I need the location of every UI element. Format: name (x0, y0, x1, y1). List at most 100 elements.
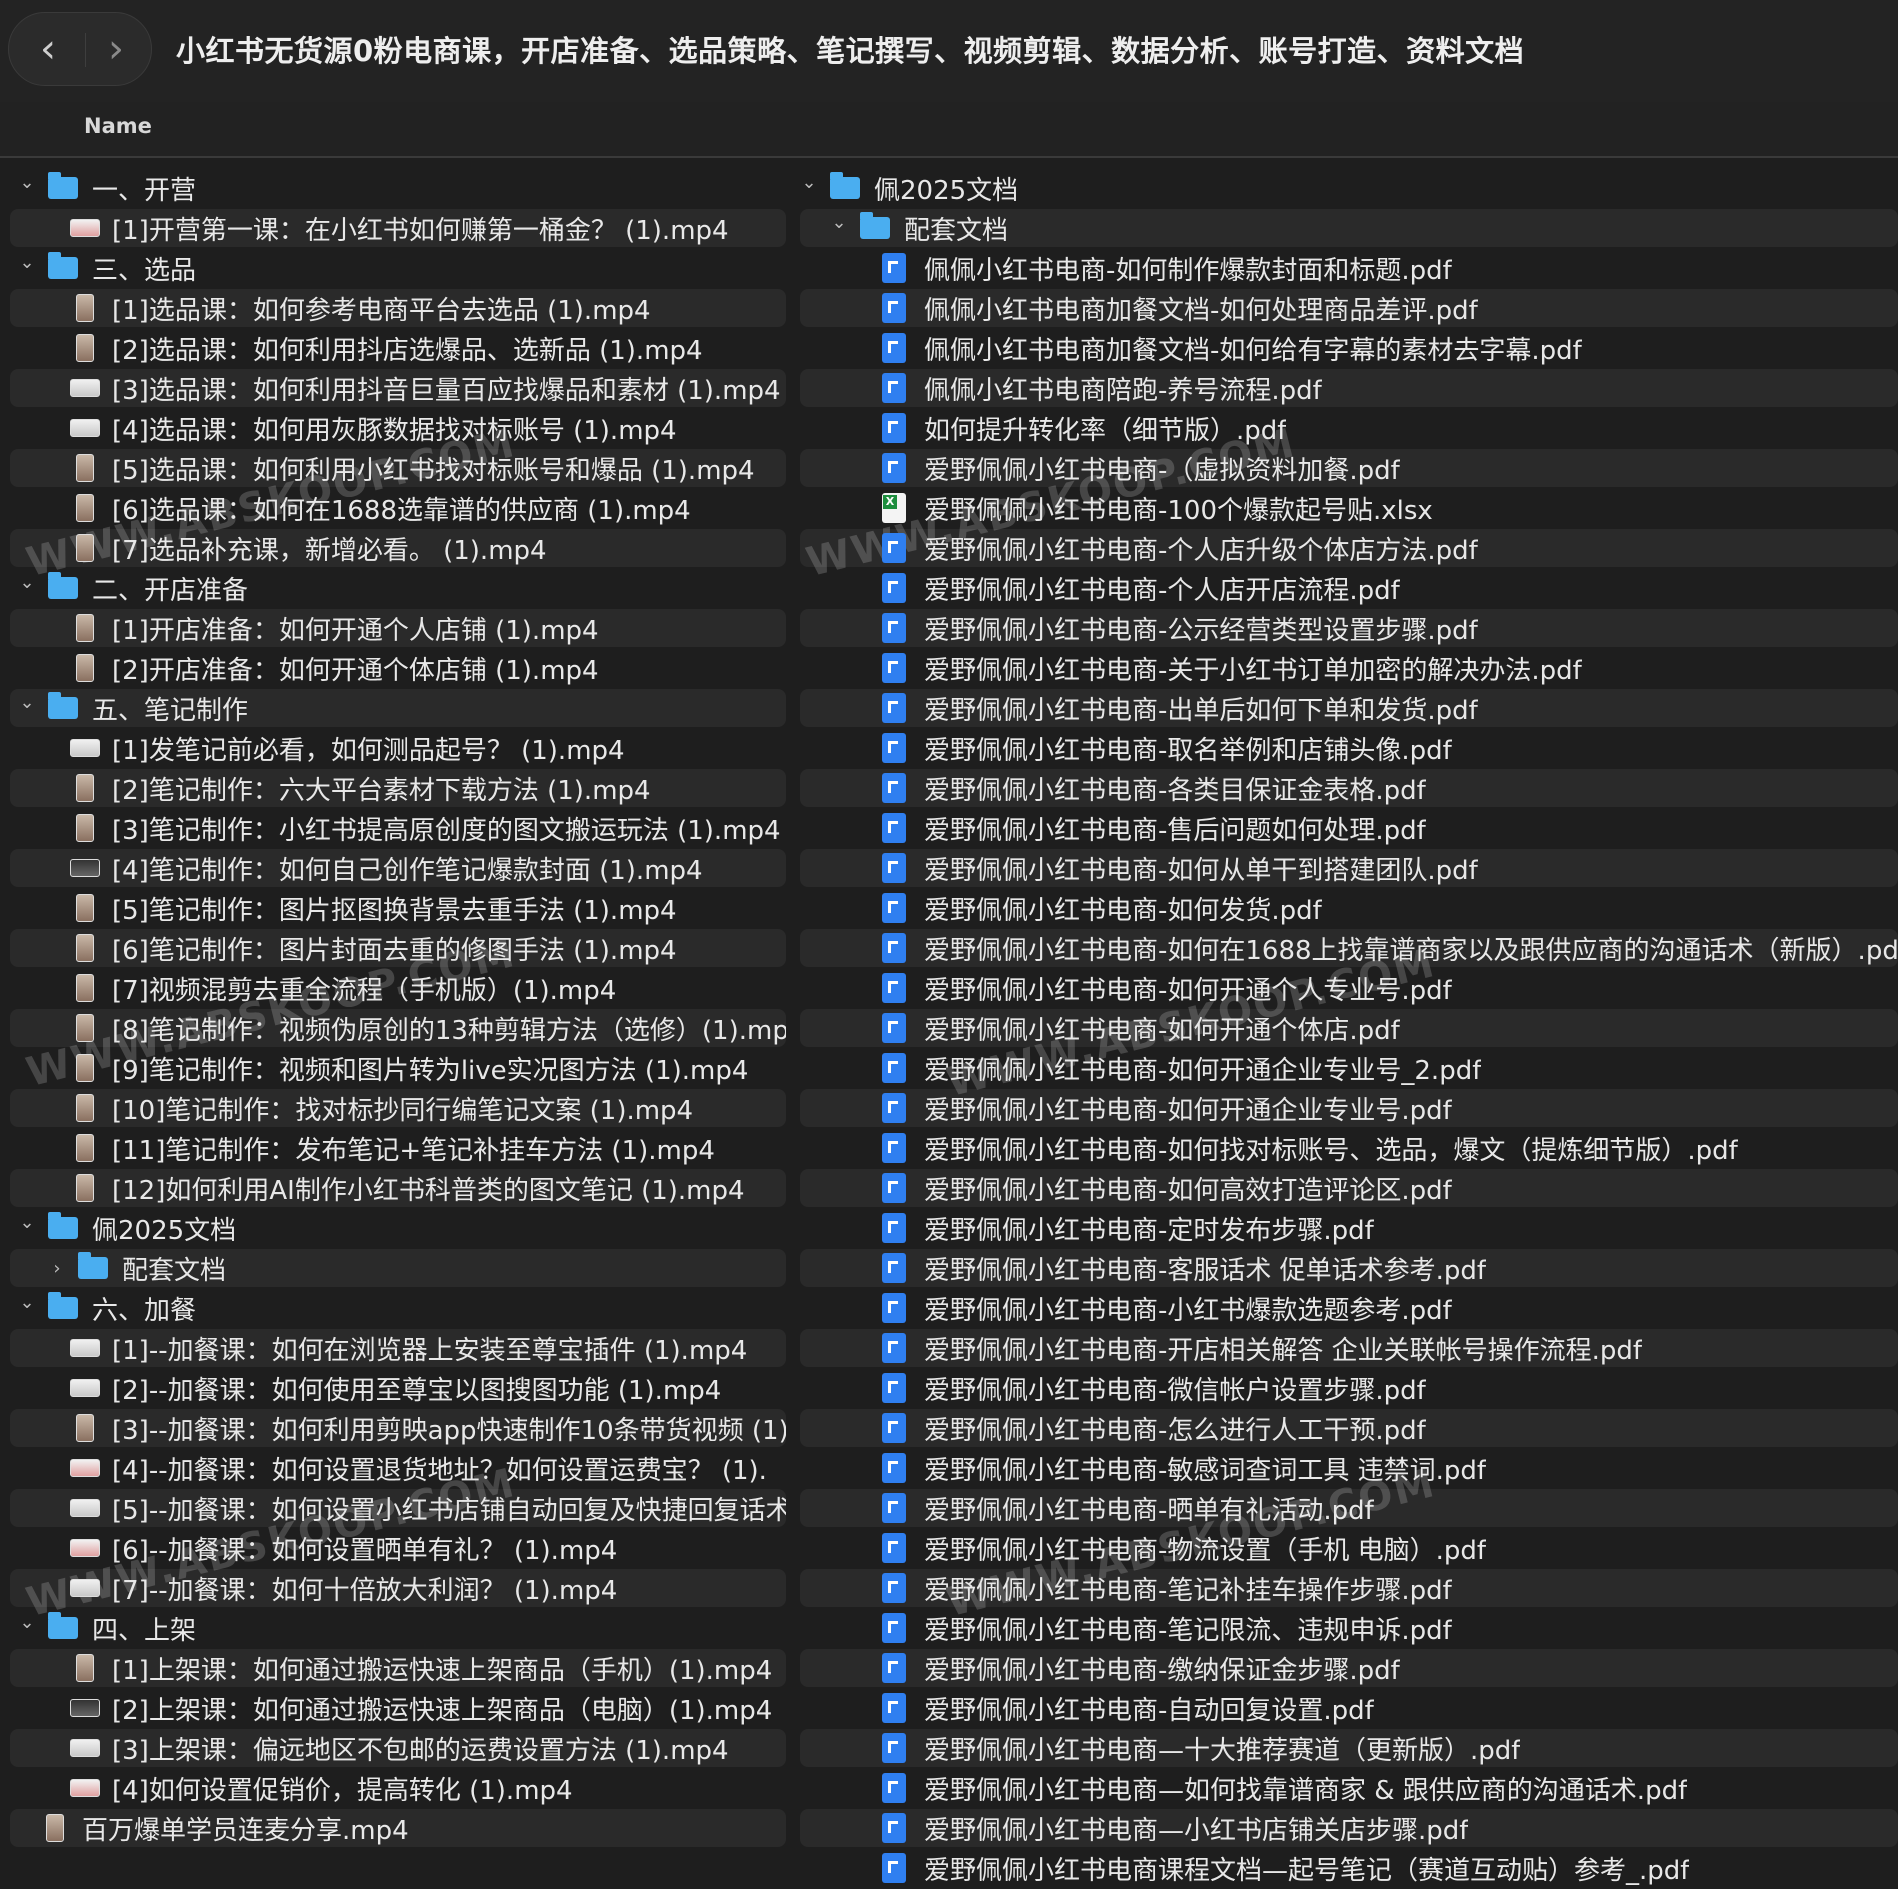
file-row[interactable]: [4]--加餐课：如何设置退货地址？如何设置运费宝？ (1). (0, 1448, 786, 1488)
disclosure-expanded-icon[interactable]: ⌄ (14, 1612, 40, 1633)
file-row[interactable]: [9]笔记制作：视频和图片转为live实况图方法 (1).mp4 (0, 1048, 786, 1088)
disclosure-collapsed-icon[interactable]: › (44, 1258, 70, 1279)
file-row[interactable]: [6]--加餐课：如何设置晒单有礼？ (1).mp4 (0, 1528, 786, 1568)
file-row[interactable]: 爱野佩佩小红书电商-敏感词查词工具 违禁词.pdf (790, 1448, 1898, 1488)
folder-row[interactable]: ⌄ 二、开店准备 (0, 568, 786, 608)
file-row[interactable]: 爱野佩佩小红书电商-晒单有礼活动.pdf (790, 1488, 1898, 1528)
file-row[interactable]: 佩佩小红书电商加餐文档-如何处理商品差评.pdf (790, 288, 1898, 328)
folder-row[interactable]: ⌄ 配套文档 (790, 208, 1898, 248)
file-row[interactable]: 佩佩小红书电商陪跑-养号流程.pdf (790, 368, 1898, 408)
file-row[interactable]: [3]选品课：如何利用抖音巨量百应找爆品和素材 (1).mp4 (0, 368, 786, 408)
file-row[interactable]: [4]笔记制作：如何自己创作笔记爆款封面 (1).mp4 (0, 848, 786, 888)
file-row[interactable]: [5]--加餐课：如何设置小红书店铺自动回复及快捷回复话术 (0, 1488, 786, 1528)
file-row[interactable]: 爱野佩佩小红书电商-怎么进行人工干预.pdf (790, 1408, 1898, 1448)
file-row[interactable]: 爱野佩佩小红书电商-笔记限流、违规申诉.pdf (790, 1608, 1898, 1648)
file-row[interactable]: 爱野佩佩小红书电商-自动回复设置.pdf (790, 1688, 1898, 1728)
file-row[interactable]: [4]如何设置促销价，提高转化 (1).mp4 (0, 1768, 786, 1808)
file-row[interactable]: 爱野佩佩小红书电商-如何开通企业专业号.pdf (790, 1088, 1898, 1128)
disclosure-expanded-icon[interactable]: ⌄ (14, 252, 40, 273)
file-row[interactable]: 爱野佩佩小红书电商-如何开通个人专业号.pdf (790, 968, 1898, 1008)
file-row[interactable]: [1]上架课：如何通过搬运快速上架商品（手机）(1).mp4 (0, 1648, 786, 1688)
file-row[interactable]: 爱野佩佩小红书电商-定时发布步骤.pdf (790, 1208, 1898, 1248)
file-row[interactable]: [5]选品课：如何利用小红书找对标账号和爆品 (1).mp4 (0, 448, 786, 488)
file-row[interactable]: 爱野佩佩小红书电商-如何发货.pdf (790, 888, 1898, 928)
file-row[interactable]: 爱野佩佩小红书电商-缴纳保证金步骤.pdf (790, 1648, 1898, 1688)
file-row[interactable]: [7]选品补充课，新增必看。 (1).mp4 (0, 528, 786, 568)
file-row[interactable]: [8]笔记制作：视频伪原创的13种剪辑方法（选修）(1).mp4 (0, 1008, 786, 1048)
file-row[interactable]: 佩佩小红书电商-如何制作爆款封面和标题.pdf (790, 248, 1898, 288)
file-row[interactable]: 爱野佩佩小红书电商-公示经营类型设置步骤.pdf (790, 608, 1898, 648)
file-row[interactable]: [4]选品课：如何用灰豚数据找对标账号 (1).mp4 (0, 408, 786, 448)
file-row[interactable]: 爱野佩佩小红书电商—十大推荐赛道（更新版）.pdf (790, 1728, 1898, 1768)
file-row[interactable]: 爱野佩佩小红书电商-100个爆款起号贴.xlsx (790, 488, 1898, 528)
file-row[interactable]: 爱野佩佩小红书电商-物流设置（手机 电脑）.pdf (790, 1528, 1898, 1568)
disclosure-expanded-icon[interactable]: ⌄ (14, 692, 40, 713)
disclosure-expanded-icon[interactable]: ⌄ (14, 1212, 40, 1233)
disclosure-expanded-icon[interactable]: ⌄ (796, 172, 822, 193)
folder-icon (48, 252, 78, 279)
file-row[interactable]: 爱野佩佩小红书电商-如何在1688上找靠谱商家以及跟供应商的沟通话术（新版）.p… (790, 928, 1898, 968)
folder-row[interactable]: ⌄ 三、选品 (0, 248, 786, 288)
file-row[interactable]: [6]笔记制作：图片封面去重的修图手法 (1).mp4 (0, 928, 786, 968)
file-row[interactable]: [7]--加餐课：如何十倍放大利润？ (1).mp4 (0, 1568, 786, 1608)
file-row[interactable]: [1]发笔记前必看，如何测品起号？ (1).mp4 (0, 728, 786, 768)
file-row[interactable]: 爱野佩佩小红书电商-取名举例和店铺头像.pdf (790, 728, 1898, 768)
folder-row[interactable]: ⌄ 佩2025文档 (0, 1208, 786, 1248)
file-row[interactable]: 爱野佩佩小红书电商-小红书爆款选题参考.pdf (790, 1288, 1898, 1328)
folder-row[interactable]: ⌄ 四、上架 (0, 1608, 786, 1648)
file-row[interactable]: 百万爆单学员连麦分享.mp4 (0, 1808, 786, 1848)
file-row[interactable]: 爱野佩佩小红书电商课程文档—起号笔记（赛道互动贴）参考_.pdf (790, 1848, 1898, 1888)
file-row[interactable]: 爱野佩佩小红书电商-售后问题如何处理.pdf (790, 808, 1898, 848)
file-row[interactable]: 爱野佩佩小红书电商-出单后如何下单和发货.pdf (790, 688, 1898, 728)
disclosure-expanded-icon[interactable]: ⌄ (14, 172, 40, 193)
file-row[interactable]: [2]笔记制作：六大平台素材下载方法 (1).mp4 (0, 768, 786, 808)
file-row[interactable]: 爱野佩佩小红书电商-各类目保证金表格.pdf (790, 768, 1898, 808)
file-row[interactable]: 爱野佩佩小红书电商—如何找靠谱商家 & 跟供应商的沟通话术.pdf (790, 1768, 1898, 1808)
file-row[interactable]: 爱野佩佩小红书电商-如何开通企业专业号_2.pdf (790, 1048, 1898, 1088)
name-column-header[interactable]: Name (84, 114, 152, 138)
file-row[interactable]: 爱野佩佩小红书电商-如何开通个体店.pdf (790, 1008, 1898, 1048)
folder-row[interactable]: ⌄ 佩2025文档 (790, 168, 1898, 208)
disclosure-expanded-icon[interactable]: ⌄ (826, 212, 852, 233)
file-row[interactable]: 爱野佩佩小红书电商-个人店开店流程.pdf (790, 568, 1898, 608)
file-row[interactable]: 爱野佩佩小红书电商-（虚拟资料加餐.pdf (790, 448, 1898, 488)
file-row[interactable]: 爱野佩佩小红书电商-关于小红书订单加密的解决办法.pdf (790, 648, 1898, 688)
folder-row[interactable]: ⌄ 六、加餐 (0, 1288, 786, 1328)
file-row[interactable]: [1]开营第一课：在小红书如何赚第一桶金？ (1).mp4 (0, 208, 786, 248)
file-row[interactable]: 爱野佩佩小红书电商-客服话术 促单话术参考.pdf (790, 1248, 1898, 1288)
file-row[interactable]: [1]选品课：如何参考电商平台去选品 (1).mp4 (0, 288, 786, 328)
file-row[interactable]: [3]上架课：偏远地区不包邮的运费设置方法 (1).mp4 (0, 1728, 786, 1768)
file-row[interactable]: [6]选品课：如何在1688选靠谱的供应商 (1).mp4 (0, 488, 786, 528)
file-row[interactable]: 佩佩小红书电商加餐文档-如何给有字幕的素材去字幕.pdf (790, 328, 1898, 368)
file-row[interactable]: [2]--加餐课：如何使用至尊宝以图搜图功能 (1).mp4 (0, 1368, 786, 1408)
file-row[interactable]: 爱野佩佩小红书电商-如何找对标账号、选品，爆文（提炼细节版）.pdf (790, 1128, 1898, 1168)
item-name: 爱野佩佩小红书电商-各类目保证金表格.pdf (924, 775, 1426, 806)
file-row[interactable]: 爱野佩佩小红书电商-如何高效打造评论区.pdf (790, 1168, 1898, 1208)
file-row[interactable]: 爱野佩佩小红书电商-笔记补挂车操作步骤.pdf (790, 1568, 1898, 1608)
file-row[interactable]: 爱野佩佩小红书电商-微信帐户设置步骤.pdf (790, 1368, 1898, 1408)
folder-row[interactable]: ⌄ 一、开营 (0, 168, 786, 208)
file-row[interactable]: [3]--加餐课：如何利用剪映app快速制作10条带货视频 (1) (0, 1408, 786, 1448)
file-row[interactable]: [1]开店准备：如何开通个人店铺 (1).mp4 (0, 608, 786, 648)
file-row[interactable]: [2]选品课：如何利用抖店选爆品、选新品 (1).mp4 (0, 328, 786, 368)
forward-button[interactable]: › (81, 13, 151, 85)
folder-row[interactable]: › 配套文档 (0, 1248, 786, 1288)
back-button[interactable]: ‹ (13, 13, 83, 85)
file-row[interactable]: 爱野佩佩小红书电商—小红书店铺关店步骤.pdf (790, 1808, 1898, 1848)
file-row[interactable]: [7]视频混剪去重全流程（手机版）(1).mp4 (0, 968, 786, 1008)
file-row[interactable]: [3]笔记制作：小红书提高原创度的图文搬运玩法 (1).mp4 (0, 808, 786, 848)
file-row[interactable]: [5]笔记制作：图片抠图换背景去重手法 (1).mp4 (0, 888, 786, 928)
file-row[interactable]: [10]笔记制作：找对标抄同行编笔记文案 (1).mp4 (0, 1088, 786, 1128)
file-row[interactable]: [11]笔记制作：发布笔记+笔记补挂车方法 (1).mp4 (0, 1128, 786, 1168)
file-row[interactable]: 爱野佩佩小红书电商-开店相关解答 企业关联帐号操作流程.pdf (790, 1328, 1898, 1368)
file-row[interactable]: [2]开店准备：如何开通个体店铺 (1).mp4 (0, 648, 786, 688)
file-row[interactable]: [2]上架课：如何通过搬运快速上架商品（电脑）(1).mp4 (0, 1688, 786, 1728)
file-row[interactable]: 如何提升转化率（细节版）.pdf (790, 408, 1898, 448)
file-row[interactable]: 爱野佩佩小红书电商-如何从单干到搭建团队.pdf (790, 848, 1898, 888)
file-row[interactable]: 爱野佩佩小红书电商-个人店升级个体店方法.pdf (790, 528, 1898, 568)
disclosure-expanded-icon[interactable]: ⌄ (14, 572, 40, 593)
file-row[interactable]: [1]--加餐课：如何在浏览器上安装至尊宝插件 (1).mp4 (0, 1328, 786, 1368)
disclosure-expanded-icon[interactable]: ⌄ (14, 1292, 40, 1313)
folder-row[interactable]: ⌄ 五、笔记制作 (0, 688, 786, 728)
file-row[interactable]: [12]如何利用AI制作小红书科普类的图文笔记 (1).mp4 (0, 1168, 786, 1208)
